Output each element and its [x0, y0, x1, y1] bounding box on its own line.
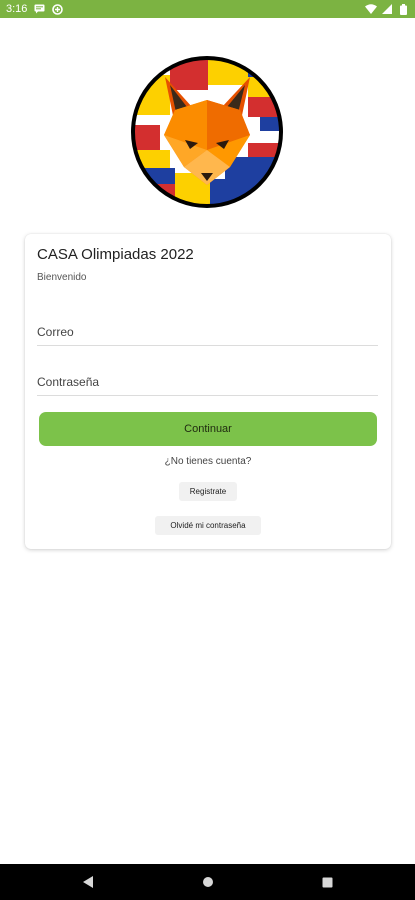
password-field[interactable] [37, 360, 378, 396]
home-icon[interactable] [198, 872, 218, 892]
back-icon[interactable] [78, 872, 98, 892]
navigation-bar [0, 864, 415, 900]
card-subtitle: Bienvenido [37, 272, 87, 283]
battery-icon [397, 3, 409, 15]
data-saver-icon [51, 3, 63, 15]
status-bar: 3:16 [0, 0, 415, 18]
card-title: CASA Olimpiadas 2022 [37, 246, 194, 263]
login-card: CASA Olimpiadas 2022 Bienvenido Continua… [25, 234, 391, 549]
forgot-password-button[interactable]: Olvidé mi contraseña [155, 516, 261, 535]
status-time: 3:16 [6, 3, 28, 15]
register-button[interactable]: Registrate [179, 482, 237, 501]
no-account-text: ¿No tienes cuenta? [164, 456, 252, 467]
fox-logo-icon [131, 56, 283, 208]
email-input[interactable] [37, 310, 378, 345]
wifi-icon [365, 3, 377, 15]
email-field[interactable] [37, 310, 378, 346]
status-right [365, 3, 409, 15]
continue-button[interactable]: Continuar [39, 412, 377, 446]
app-logo [130, 55, 284, 209]
status-left: 3:16 [6, 3, 63, 15]
recents-icon[interactable] [318, 872, 338, 892]
password-input[interactable] [37, 360, 378, 395]
signal-icon [381, 3, 393, 15]
message-icon [33, 3, 45, 15]
